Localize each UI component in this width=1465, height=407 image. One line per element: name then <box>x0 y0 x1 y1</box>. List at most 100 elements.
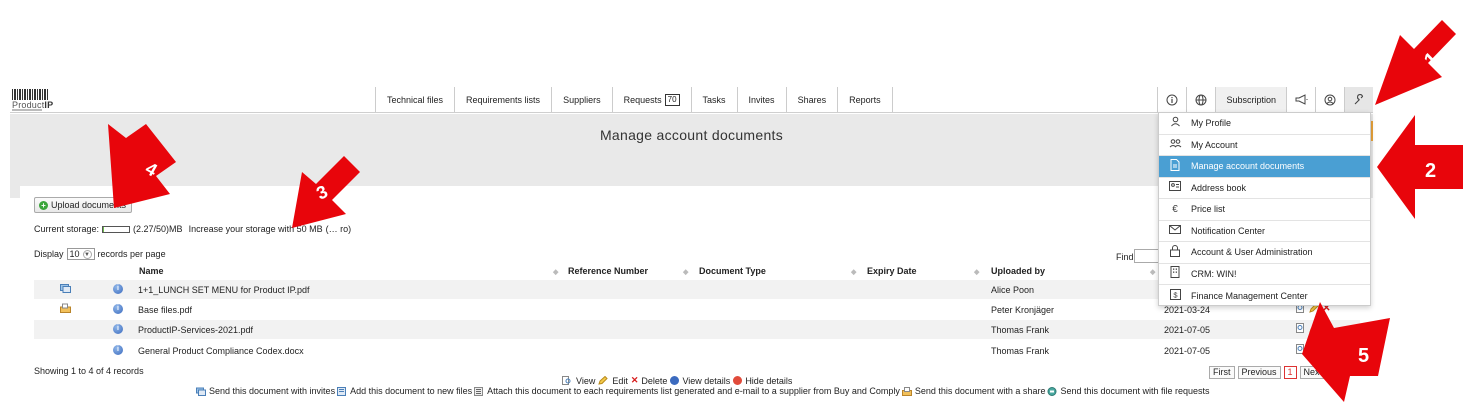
menu-label: CRM: WIN! <box>1191 268 1237 279</box>
legend-send-share: Send this document with a share <box>914 386 1046 396</box>
column-name[interactable]: Name <box>139 266 164 276</box>
pager-previous[interactable]: Previous <box>1237 366 1281 379</box>
requests-count-badge: 70 <box>664 93 680 106</box>
menu-crm-win[interactable]: CRM: WIN! <box>1159 264 1370 285</box>
invite-document-icon <box>60 284 71 293</box>
edit-icon <box>598 376 609 385</box>
pager-page-1[interactable]: 1 <box>1283 366 1297 379</box>
document-icon <box>1159 158 1191 174</box>
column-expiry-date[interactable]: Expiry Date <box>867 266 917 276</box>
sort-icon[interactable]: ◆ <box>683 268 688 276</box>
settings-dropdown-menu: My Profile My Account Manage account doc… <box>1158 112 1371 306</box>
nav-suppliers[interactable]: Suppliers <box>552 87 613 112</box>
lock-icon <box>1159 244 1191 260</box>
menu-label: Manage account documents <box>1191 161 1305 172</box>
menu-address-book[interactable]: Address book <box>1159 178 1370 199</box>
globe-icon[interactable] <box>1186 87 1215 112</box>
people-icon <box>1159 138 1191 152</box>
add-file-icon <box>337 386 347 396</box>
info-icon[interactable] <box>1157 87 1186 112</box>
annotation-arrow-5: 5 <box>1302 302 1390 402</box>
annotation-label-2: 2 <box>1425 160 1436 182</box>
sort-icon[interactable]: ◆ <box>1150 268 1155 276</box>
view-details-icon[interactable]: i <box>113 304 123 314</box>
display-prefix: Display <box>34 249 64 259</box>
records-summary: Showing 1 to 4 of 4 records <box>34 366 144 376</box>
view-details-icon[interactable]: i <box>113 284 123 294</box>
annotation-arrow-3: 3 <box>292 156 360 228</box>
menu-manage-account-documents[interactable]: Manage account documents <box>1159 156 1370 178</box>
menu-my-account[interactable]: My Account <box>1159 135 1370 156</box>
right-nav: Subscription <box>1157 87 1373 112</box>
menu-notification-center[interactable]: Notification Center <box>1159 221 1370 242</box>
uploaded-by: Alice Poon <box>991 285 1035 295</box>
records-per-page-value: 10 <box>69 249 80 259</box>
nav-requests-label: Requests <box>623 94 662 105</box>
nav-reports[interactable]: Reports <box>838 87 893 112</box>
pager-first[interactable]: First <box>1209 366 1235 379</box>
display-suffix: records per page <box>97 249 166 259</box>
menu-label: Account & User Administration <box>1191 247 1313 258</box>
storage-progress-fill <box>103 226 105 232</box>
find-label: Find <box>1116 252 1134 262</box>
logo-tagline-line <box>12 109 42 111</box>
legend-view-details: View details <box>682 375 731 386</box>
annotation-arrow-2: 2 <box>1377 115 1463 219</box>
upload-date: 2021-03-24 <box>1164 305 1211 315</box>
megaphone-icon[interactable] <box>1286 87 1315 112</box>
view-details-icon[interactable]: i <box>113 345 123 355</box>
menu-price-list[interactable]: € Price list <box>1159 199 1370 221</box>
barcode-graphic <box>12 89 48 100</box>
nav-requirements-lists[interactable]: Requirements lists <box>455 87 553 112</box>
person-icon <box>1159 116 1191 130</box>
menu-label: Notification Center <box>1191 225 1266 236</box>
menu-label: Price list <box>1191 204 1226 215</box>
menu-label: Address book <box>1191 182 1247 193</box>
product-ip-logo[interactable]: ProductIP <box>12 89 58 111</box>
view-icon <box>562 376 571 385</box>
view-details-icon[interactable]: i <box>113 324 123 334</box>
records-per-page: Display 10 ▼ records per page <box>34 248 166 260</box>
sort-icon[interactable]: ◆ <box>851 268 856 276</box>
nav-shares[interactable]: Shares <box>787 87 839 112</box>
legend-attach: Attach this document to each requirement… <box>487 386 900 396</box>
annotation-arrow-4: 4 <box>108 124 176 208</box>
upload-date: 2021-07-05 <box>1164 325 1211 335</box>
column-uploaded-by[interactable]: Uploaded by <box>991 266 1045 276</box>
storage-progress-bar <box>102 225 131 233</box>
delete-icon: ✕ <box>630 375 639 385</box>
file-request-icon <box>1047 386 1057 396</box>
user-circle-icon[interactable] <box>1315 87 1344 112</box>
chevron-down-icon: ▼ <box>82 249 92 259</box>
subscription-button[interactable]: Subscription <box>1215 87 1286 112</box>
records-per-page-select[interactable]: 10 ▼ <box>66 248 95 260</box>
legend-add-files: Add this document to new files <box>350 386 473 396</box>
menu-account-user-administration[interactable]: Account & User Administration <box>1159 242 1370 264</box>
legend-delete: Delete <box>641 375 668 386</box>
document-name: General Product Compliance Codex.docx <box>138 346 304 356</box>
column-document-type[interactable]: Document Type <box>699 266 766 276</box>
menu-label: My Profile <box>1191 118 1232 129</box>
uploaded-by: Thomas Frank <box>991 325 1050 335</box>
dollar-box-icon: $ <box>1159 288 1191 303</box>
uploaded-by: Thomas Frank <box>991 346 1050 356</box>
nav-invites[interactable]: Invites <box>738 87 787 112</box>
attach-list-icon <box>474 386 484 396</box>
table-row[interactable]: i General Product Compliance Codex.docx … <box>34 341 1360 360</box>
nav-tasks[interactable]: Tasks <box>692 87 738 112</box>
table-row[interactable]: i ProductIP-Services-2021.pdf Thomas Fra… <box>34 320 1360 339</box>
info-icon <box>670 376 680 385</box>
document-name: ProductIP-Services-2021.pdf <box>138 325 254 335</box>
svg-text:$: $ <box>1173 290 1178 299</box>
menu-my-profile[interactable]: My Profile <box>1159 113 1370 135</box>
action-legend: View Edit ✕ Delete View details Hide det… <box>562 375 792 386</box>
upload-date: 2021-07-05 <box>1164 346 1211 356</box>
column-reference-number[interactable]: Reference Number <box>568 266 648 276</box>
sort-icon[interactable]: ◆ <box>974 268 979 276</box>
nav-technical-files[interactable]: Technical files <box>376 87 456 112</box>
sort-icon[interactable]: ◆ <box>553 268 558 276</box>
address-card-icon <box>1159 181 1191 194</box>
main-nav: Technical files Requirements lists Suppl… <box>375 87 893 112</box>
nav-requests[interactable]: Requests 70 <box>613 87 692 112</box>
legend-edit: Edit <box>612 375 628 386</box>
